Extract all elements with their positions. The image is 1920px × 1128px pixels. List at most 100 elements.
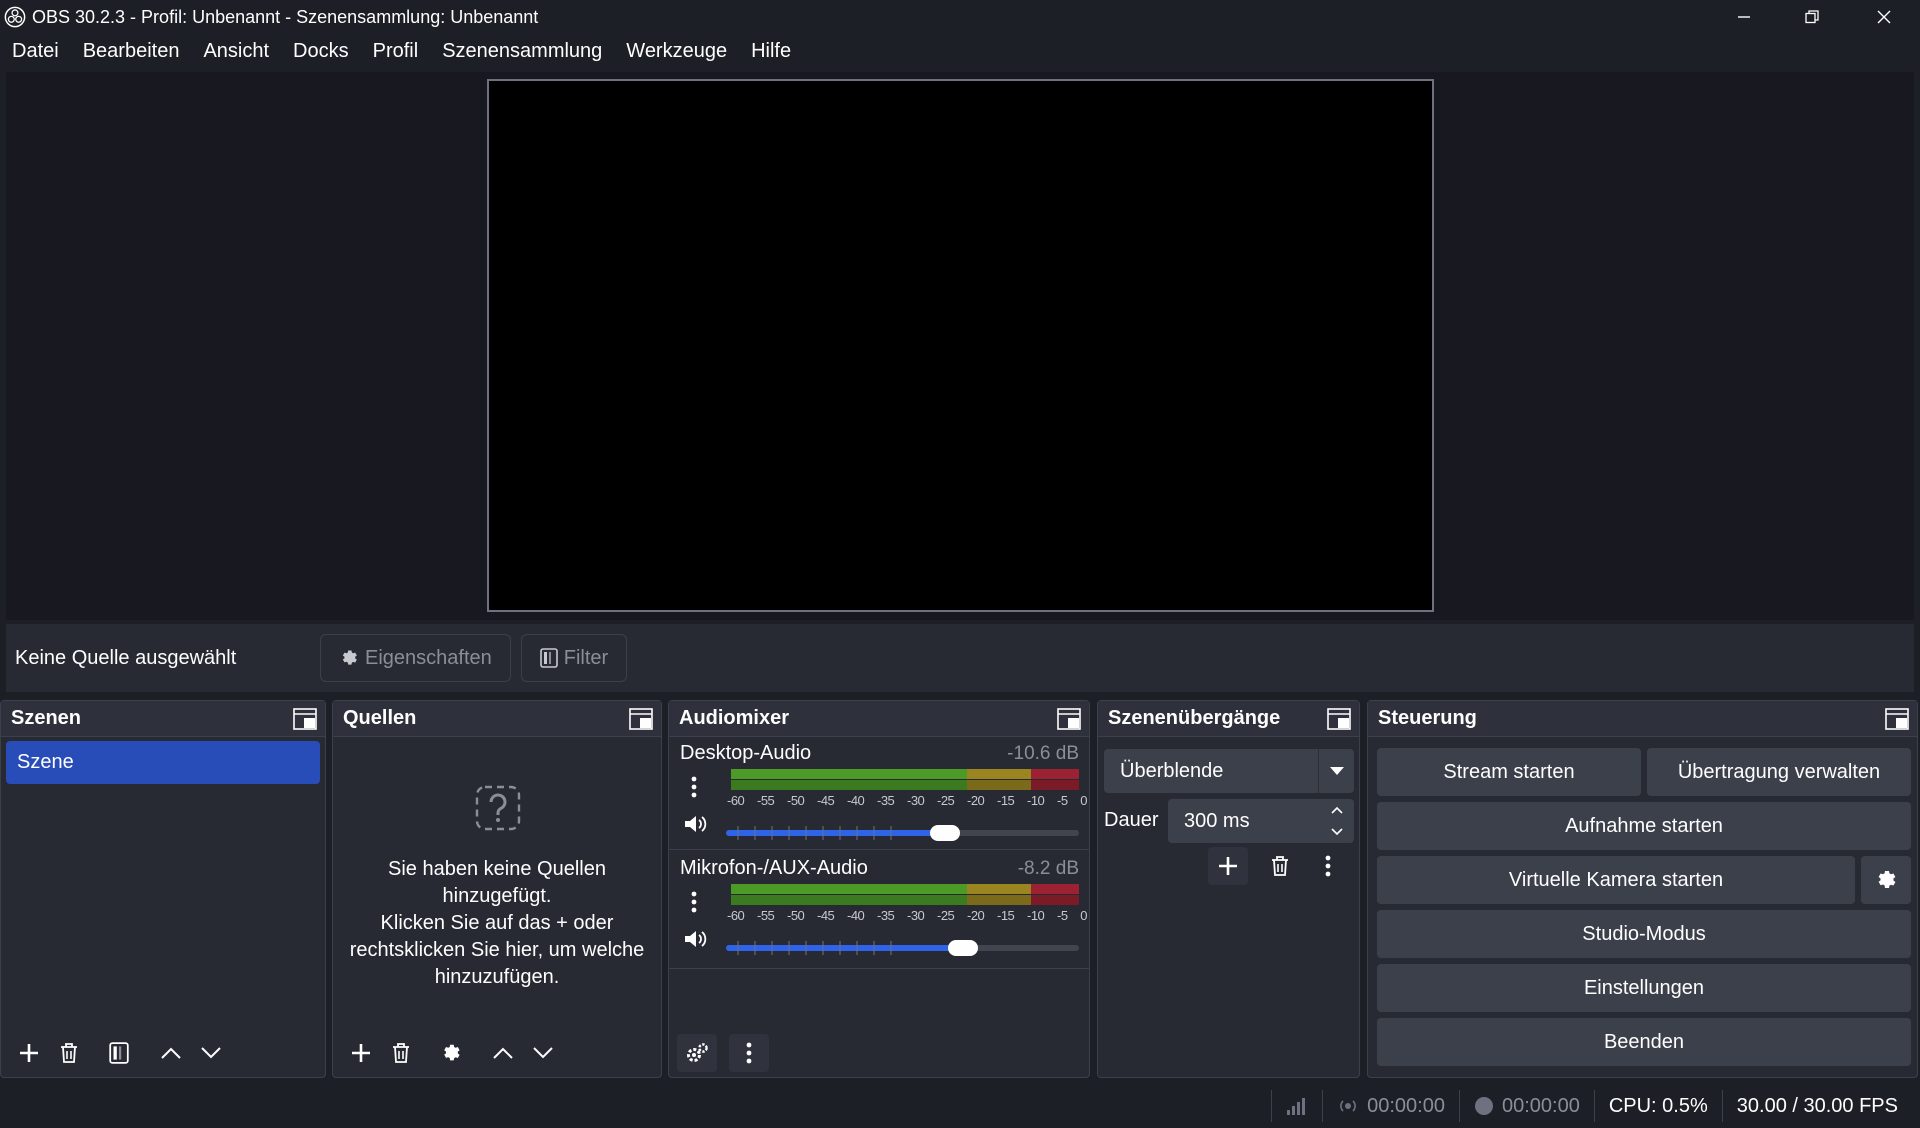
properties-button[interactable]: Eigenschaften xyxy=(320,634,511,682)
controls-dock-header: Steuerung xyxy=(1368,701,1917,737)
mute-button[interactable] xyxy=(679,807,713,841)
network-status xyxy=(1271,1090,1322,1122)
menu-view[interactable]: Ansicht xyxy=(191,40,281,63)
scale-label: -20 xyxy=(967,908,985,923)
move-source-down-button[interactable] xyxy=(523,1034,563,1072)
plus-icon xyxy=(1219,857,1237,875)
start-stream-button[interactable]: Stream starten xyxy=(1377,748,1641,796)
gear-icon xyxy=(444,1044,460,1061)
menu-profile[interactable]: Profil xyxy=(361,40,431,63)
duration-spinbox[interactable]: 300 ms xyxy=(1168,799,1354,843)
volume-slider[interactable] xyxy=(726,940,1079,956)
record-dot-icon xyxy=(1474,1097,1493,1115)
scale-label: -45 xyxy=(817,908,835,923)
window-title: OBS 30.2.3 - Profil: Unbenannt - Szenens… xyxy=(32,6,539,27)
duration-stepper[interactable] xyxy=(1320,799,1354,843)
close-button[interactable] xyxy=(1850,0,1918,34)
minimize-button[interactable] xyxy=(1710,0,1778,34)
remove-transition-button[interactable] xyxy=(1260,847,1300,885)
scene-transitions-dock: Szenenübergänge Überblende Dauer 300 ms xyxy=(1097,700,1360,1078)
speaker-icon xyxy=(685,816,707,832)
filters-button[interactable]: Filter xyxy=(520,634,628,682)
remove-source-button[interactable] xyxy=(381,1034,421,1072)
remove-scene-button[interactable] xyxy=(49,1034,89,1072)
kebab-icon xyxy=(746,1042,752,1064)
menu-tools[interactable]: Werkzeuge xyxy=(614,40,739,63)
advanced-audio-button[interactable] xyxy=(677,1034,717,1072)
sources-empty-line2: Klicken Sie auf das + oder rechtsklicken… xyxy=(349,912,645,988)
gear-icon xyxy=(1878,871,1896,888)
move-scene-down-button[interactable] xyxy=(191,1034,231,1072)
scene-list-item[interactable]: Szene xyxy=(6,741,320,784)
scale-label: -30 xyxy=(907,793,925,808)
undock-icon[interactable] xyxy=(293,708,317,730)
add-source-button[interactable] xyxy=(341,1034,381,1072)
filters-label: Filter xyxy=(563,646,609,669)
menu-help[interactable]: Hilfe xyxy=(739,40,803,63)
chevron-up-icon[interactable] xyxy=(1331,806,1343,814)
signal-bars-icon xyxy=(1287,1098,1306,1115)
undock-icon[interactable] xyxy=(1057,708,1081,730)
scale-label: -45 xyxy=(817,793,835,808)
kebab-icon xyxy=(691,891,697,913)
manage-broadcast-button[interactable]: Übertragung verwalten xyxy=(1647,748,1911,796)
plus-icon xyxy=(20,1044,38,1062)
scale-label: -40 xyxy=(847,908,865,923)
settings-button[interactable]: Einstellungen xyxy=(1377,964,1911,1012)
chevron-down-icon xyxy=(533,1047,553,1059)
mute-button[interactable] xyxy=(679,922,713,956)
add-transition-button[interactable] xyxy=(1208,847,1248,885)
menu-file[interactable]: Datei xyxy=(0,40,71,63)
transitions-title: Szenenübergänge xyxy=(1108,707,1281,729)
chevron-up-icon xyxy=(493,1047,513,1059)
mixer-menu-button[interactable] xyxy=(729,1034,769,1072)
channel-menu-button[interactable] xyxy=(679,769,709,805)
volume-slider-handle[interactable] xyxy=(929,825,960,841)
restore-button[interactable] xyxy=(1778,0,1846,34)
sources-empty-message: Sie haben keine Quellen hinzugefügt. Kli… xyxy=(343,856,651,991)
move-scene-up-button[interactable] xyxy=(151,1034,191,1072)
scale-label: -25 xyxy=(937,793,955,808)
caret-down-icon xyxy=(1329,767,1344,775)
start-recording-button[interactable]: Aufnahme starten xyxy=(1377,802,1911,850)
start-virtual-camera-button[interactable]: Virtuelle Kamera starten xyxy=(1377,856,1855,904)
scale-label: 0 xyxy=(1080,793,1087,808)
scene-filters-button[interactable] xyxy=(99,1034,139,1072)
menu-scene-collection[interactable]: Szenensammlung xyxy=(430,40,614,63)
close-icon xyxy=(1877,10,1891,24)
undock-icon[interactable] xyxy=(1327,708,1351,730)
channel-menu-button[interactable] xyxy=(679,884,709,920)
volume-meter xyxy=(731,884,1079,905)
transition-dropdown-arrow[interactable] xyxy=(1318,749,1354,793)
gears-icon xyxy=(687,1043,708,1062)
record-status: 00:00:00 xyxy=(1458,1090,1594,1122)
chevron-down-icon[interactable] xyxy=(1331,828,1343,836)
properties-label: Eigenschaften xyxy=(365,646,492,669)
sources-dock[interactable]: Quellen Sie haben keine Quellen hinzugef… xyxy=(332,700,662,1078)
studio-mode-button[interactable]: Studio-Modus xyxy=(1377,910,1911,958)
undock-icon[interactable] xyxy=(629,708,653,730)
source-properties-button[interactable] xyxy=(431,1034,471,1072)
menu-edit[interactable]: Bearbeiten xyxy=(71,40,192,63)
trash-icon xyxy=(1272,856,1288,876)
scale-label: -5 xyxy=(1057,908,1068,923)
transitions-dock-header: Szenenübergänge xyxy=(1098,701,1359,737)
channel-divider xyxy=(669,849,1089,850)
menu-docks[interactable]: Docks xyxy=(281,40,361,63)
undock-icon[interactable] xyxy=(1885,708,1909,730)
volume-slider[interactable] xyxy=(726,825,1079,841)
transition-menu-button[interactable] xyxy=(1308,847,1348,885)
stream-time: 00:00:00 xyxy=(1367,1094,1445,1117)
settings-label: Einstellungen xyxy=(1583,976,1705,999)
transition-select[interactable]: Überblende xyxy=(1104,749,1354,793)
volume-slider-handle[interactable] xyxy=(947,940,978,956)
virtual-camera-settings-button[interactable] xyxy=(1861,856,1911,904)
preview-canvas[interactable] xyxy=(487,79,1434,612)
scenes-toolbar xyxy=(1,1029,325,1077)
exit-button[interactable]: Beenden xyxy=(1377,1018,1911,1066)
sources-toolbar xyxy=(333,1029,661,1077)
scene-item-label: Szene xyxy=(17,751,74,773)
add-scene-button[interactable] xyxy=(9,1034,49,1072)
duration-value: 300 ms xyxy=(1184,809,1250,832)
move-source-up-button[interactable] xyxy=(483,1034,523,1072)
